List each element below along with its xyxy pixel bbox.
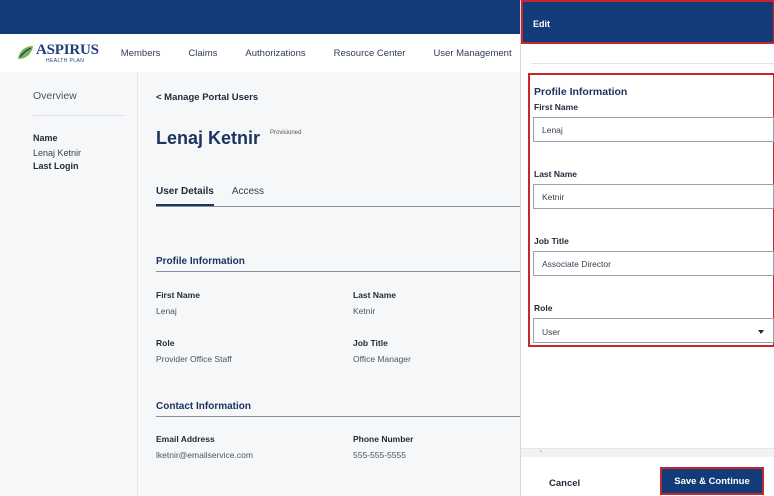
aspirus-logo[interactable]: ASPIRUS HEALTH PLAN	[16, 41, 99, 65]
panel-divider	[531, 63, 774, 64]
last-name-value: Ketnir	[353, 306, 376, 316]
sidebar-name-value: Lenaj Ketnir	[33, 148, 82, 158]
phone-value: 555-555-5555	[353, 450, 406, 460]
page-title: Lenaj Ketnir	[156, 128, 261, 148]
section-divider	[156, 271, 520, 272]
brand-tagline: HEALTH PLAN	[46, 57, 85, 64]
job-title-field[interactable]	[533, 251, 774, 276]
nav-item-claims[interactable]: Claims	[188, 48, 217, 59]
role-label: Role	[156, 338, 175, 348]
edit-panel-header: Edit	[521, 0, 774, 44]
nav-item-authorizations[interactable]: Authorizations	[245, 48, 305, 59]
role-value: Provider Office Staff	[156, 354, 232, 364]
phone-label: Phone Number	[353, 434, 414, 444]
first-name-label: First Name	[156, 290, 200, 300]
user-details-content: < Manage Portal Users Lenaj Ketnir Provi…	[139, 72, 520, 496]
scroll-left-icon[interactable]: ‹	[540, 449, 542, 455]
role-select-value: User	[542, 327, 560, 337]
job-title-label: Job Title	[353, 338, 388, 348]
status-badge: Provisioned	[270, 130, 302, 136]
sidebar-divider	[33, 115, 125, 116]
last-name-label: Last Name	[353, 290, 396, 300]
job-title-field-label: Job Title	[534, 236, 569, 246]
tab-user-details[interactable]: User Details	[156, 186, 214, 206]
form-section-title: Profile Information	[534, 86, 628, 98]
job-title-value: Office Manager	[353, 354, 411, 364]
horizontal-scrollbar[interactable]: ‹	[521, 448, 774, 457]
contact-section-title: Contact Information	[156, 401, 251, 412]
role-select[interactable]: User	[533, 318, 774, 343]
sidebar-last-login-label: Last Login	[33, 161, 79, 171]
nav-item-resource-center[interactable]: Resource Center	[334, 48, 406, 59]
tab-bar: User Details Access	[156, 186, 520, 207]
tab-access[interactable]: Access	[232, 186, 264, 206]
nav-item-members[interactable]: Members	[121, 48, 161, 59]
profile-section-title: Profile Information	[156, 256, 245, 267]
leaf-logo-icon	[18, 46, 33, 59]
first-name-field[interactable]	[533, 117, 774, 142]
first-name-field-label: First Name	[534, 102, 578, 112]
left-sidebar: Overview Name Lenaj Ketnir Last Login	[0, 72, 138, 496]
main-navigation-bar: ASPIRUS HEALTH PLAN Members Claims Autho…	[0, 34, 520, 72]
nav-item-user-management[interactable]: User Management	[433, 48, 511, 59]
section-divider	[156, 416, 520, 417]
chevron-down-icon	[758, 330, 764, 334]
first-name-value: Lenaj	[156, 306, 177, 316]
edit-panel-title: Edit	[533, 19, 550, 29]
sidebar-item-overview[interactable]: Overview	[33, 90, 77, 102]
save-and-continue-button[interactable]: Save & Continue	[660, 467, 764, 495]
role-field-label: Role	[534, 303, 553, 313]
panel-footer: Cancel Save & Continue	[521, 460, 774, 496]
last-name-field[interactable]	[533, 184, 774, 209]
last-name-field-label: Last Name	[534, 169, 577, 179]
cancel-button[interactable]: Cancel	[549, 478, 580, 489]
profile-form-highlight	[528, 73, 774, 347]
edit-panel: Edit Profile Information First Name Last…	[520, 0, 774, 496]
email-value: lketnir@emailservice.com	[156, 450, 253, 460]
brand-name: ASPIRUS	[36, 41, 99, 58]
sidebar-name-label: Name	[33, 133, 58, 143]
back-to-manage-users-link[interactable]: < Manage Portal Users	[156, 92, 258, 103]
email-label: Email Address	[156, 434, 215, 444]
